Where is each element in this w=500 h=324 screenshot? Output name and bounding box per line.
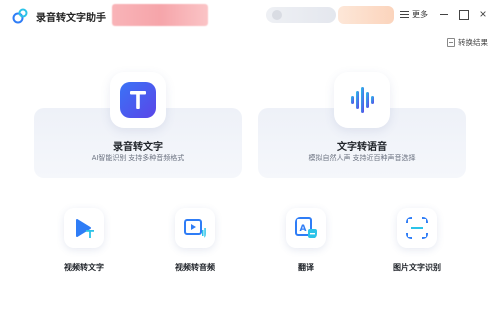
app-title: 录音转文字助手 — [36, 13, 106, 24]
maximize-button[interactable] — [456, 7, 470, 21]
text-to-speech-icon-tile[interactable] — [334, 72, 390, 128]
menu-icon — [400, 11, 409, 18]
minimize-button[interactable] — [437, 7, 451, 21]
text-to-speech-subtitle: 模拟自然人声 支持近百种声音选择 — [308, 155, 416, 162]
soundwave-icon — [344, 82, 380, 118]
redacted-user-area — [266, 7, 336, 23]
audio-to-text-title: 录音转文字 — [113, 142, 163, 153]
audio-to-text-icon-tile[interactable] — [110, 72, 166, 128]
translate-icon: A — [295, 217, 317, 238]
video-text-icon — [76, 219, 94, 238]
video-to-audio-label[interactable]: 视频转音频 — [155, 262, 235, 273]
more-menu-label: 更多 — [412, 10, 428, 19]
file-icon — [447, 38, 455, 47]
translate-label[interactable]: 翻译 — [266, 262, 346, 273]
audio-to-text-subtitle: AI智能识别 支持多种音频格式 — [91, 155, 185, 162]
conversion-results-label: 转换结果 — [458, 38, 488, 47]
close-button[interactable]: × — [476, 7, 490, 21]
more-menu-button[interactable]: 更多 — [400, 9, 428, 20]
redacted-area — [112, 4, 208, 26]
image-ocr-label[interactable]: 图片文字识别 — [377, 262, 457, 273]
video-to-text-button[interactable] — [64, 208, 104, 248]
scan-icon — [406, 217, 428, 239]
avatar — [272, 10, 282, 20]
title-bar: 录音转文字助手 更多 × — [0, 0, 500, 30]
redacted-badge — [338, 6, 394, 24]
text-to-speech-title: 文字转语音 — [337, 142, 387, 153]
image-ocr-button[interactable] — [397, 208, 437, 248]
conversion-results-link[interactable]: 转换结果 — [447, 37, 488, 48]
app-logo-icon — [12, 8, 28, 24]
video-audio-icon — [184, 219, 206, 238]
svg-text:A: A — [300, 224, 307, 234]
video-to-audio-button[interactable] — [175, 208, 215, 248]
video-to-text-label[interactable]: 视频转文字 — [44, 262, 124, 273]
text-t-icon — [120, 82, 156, 118]
translate-button[interactable]: A — [286, 208, 326, 248]
